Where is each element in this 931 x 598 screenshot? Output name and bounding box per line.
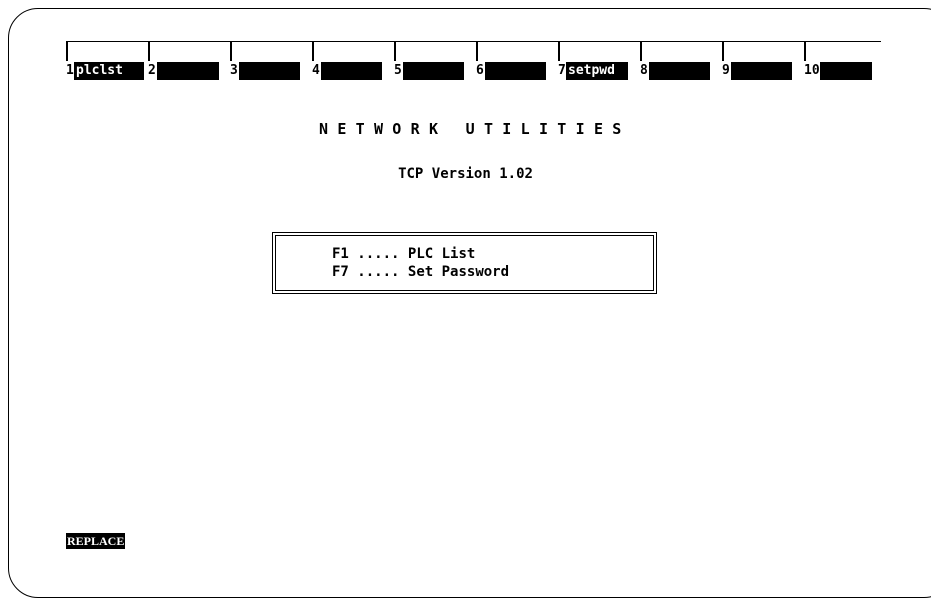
menu-item-dots: ..... (357, 246, 400, 262)
fkey-tick (804, 41, 806, 61)
page-title: NETWORK UTILITIES (318, 120, 631, 138)
function-key-rule (66, 41, 881, 42)
menu-item-dots: ..... (357, 264, 400, 280)
fkey-tick (558, 41, 560, 61)
fkey-tick (394, 41, 396, 61)
fkey-tick (722, 41, 724, 61)
menu-item-plc-list[interactable]: F1 ..... PLC List (332, 245, 475, 263)
fkey-5-label[interactable] (403, 62, 464, 80)
fkey-7-label[interactable]: setpwd (566, 62, 628, 80)
fkey-number: 10 (804, 63, 820, 78)
menu-item-key: F7 (332, 264, 349, 280)
fkey-number: 4 (312, 63, 320, 78)
menu-box: F1 ..... PLC List F7 ..... Set Password (272, 232, 657, 294)
menu-item-label: PLC List (407, 246, 476, 262)
fkey-9-label[interactable] (731, 62, 792, 80)
mode-indicator: REPLACE (66, 533, 126, 549)
fkey-tick (312, 41, 314, 61)
fkey-number: 1 (66, 63, 74, 78)
fkey-number: 2 (148, 63, 156, 78)
fkey-1-label[interactable]: plclst (74, 62, 144, 80)
fkey-tick (66, 41, 68, 61)
fkey-number: 8 (640, 63, 648, 78)
fkey-number: 7 (558, 63, 566, 78)
fkey-8-label[interactable] (649, 62, 710, 80)
fkey-tick (230, 41, 232, 61)
fkey-10-label[interactable] (820, 62, 872, 80)
fkey-6-label[interactable] (485, 62, 546, 80)
screen-frame (8, 8, 931, 598)
fkey-tick (476, 41, 478, 61)
menu-item-key: F1 (332, 246, 349, 262)
fkey-number: 3 (230, 63, 238, 78)
menu-item-set-password[interactable]: F7 ..... Set Password (332, 263, 509, 281)
fkey-number: 9 (722, 63, 730, 78)
fkey-tick (148, 41, 150, 61)
fkey-number: 5 (394, 63, 402, 78)
version-label: TCP Version 1.02 (398, 166, 533, 182)
function-key-bar: 1 plclst 2 3 4 5 6 7 setpwd 8 9 10 (0, 0, 931, 90)
menu-item-label: Set Password (407, 264, 510, 280)
fkey-tick (640, 41, 642, 61)
fkey-4-label[interactable] (321, 62, 382, 80)
fkey-number: 6 (476, 63, 484, 78)
fkey-2-label[interactable] (157, 62, 219, 80)
fkey-3-label[interactable] (239, 62, 300, 80)
